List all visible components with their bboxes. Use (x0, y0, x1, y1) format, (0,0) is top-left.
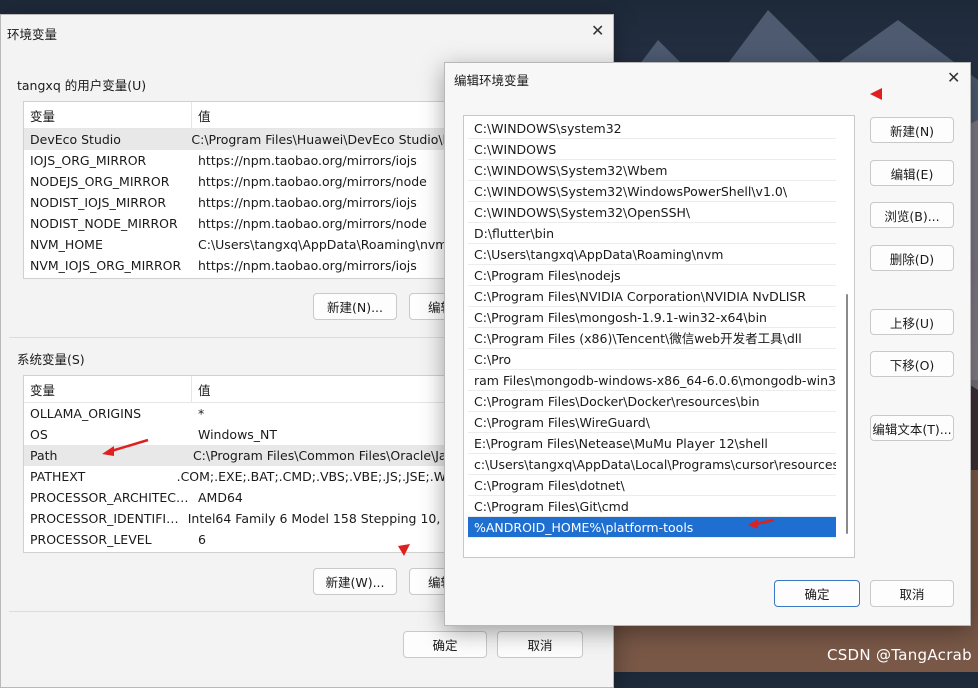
table-row[interactable]: IOJS_ORG_MIRROR https://npm.taobao.org/mi… (24, 150, 454, 171)
user-new-button[interactable]: 新建(N)... (313, 293, 397, 320)
list-item[interactable]: C:\Program Files\mongosh-1.9.1-win32-x64… (468, 307, 836, 328)
list-item[interactable]: C:\WINDOWS (468, 139, 836, 160)
list-item[interactable]: C:\WINDOWS\system32 (468, 118, 836, 139)
table-row[interactable]: PROCESSOR_ARCHITECT... AMD64 (24, 487, 454, 508)
list-item[interactable]: E:\Program Files\Netease\MuMu Player 12\… (468, 433, 836, 454)
table-row[interactable]: PATHEXT .COM;.EXE;.BAT;.CMD;.VBS;.VBE;.JS… (24, 466, 454, 487)
list-item[interactable]: C:\Program Files\WireGuard\ (468, 412, 836, 433)
ok-button[interactable]: 确定 (774, 580, 860, 607)
table-row[interactable]: NVM_IOJS_ORG_MIRROR https://npm.taobao.or… (24, 255, 454, 276)
table-row[interactable]: NVM_HOME C:\Users\tangxq\AppData\Roaming\… (24, 234, 454, 255)
table-row[interactable]: NODEJS_ORG_MIRROR https://npm.taobao.org/… (24, 171, 454, 192)
path-list[interactable]: C:\WINDOWS\system32 C:\WINDOWS C:\WINDOW… (463, 115, 855, 558)
system-variables-label: 系统变量(S) (17, 352, 85, 367)
table-row-path[interactable]: Path C:\Program Files\Common Files\Oracle… (24, 445, 454, 466)
user-variables-label: tangxq 的用户变量(U) (17, 78, 147, 93)
system-variables-table: 变量 值 OLLAMA_ORIGINS * OS Windows_NT Path C:… (23, 375, 455, 553)
table-row[interactable]: OLLAMA_ORIGINS * (24, 403, 454, 424)
edit-button[interactable]: 编辑(E) (870, 160, 954, 186)
list-item[interactable]: C:\Pro (468, 349, 836, 370)
cancel-button[interactable]: 取消 (870, 580, 954, 607)
list-item[interactable]: C:\WINDOWS\System32\Wbem (468, 160, 836, 181)
list-item[interactable]: C:\Program Files\Docker\Docker\resources… (468, 391, 836, 412)
table-row[interactable]: PROCESSOR_IDENTIFIER Intel64 Family 6 Mod… (24, 508, 454, 529)
list-item[interactable]: C:\Program Files\NVIDIA Corporation\NVID… (468, 286, 836, 307)
close-icon[interactable]: ✕ (591, 21, 604, 40)
list-item[interactable]: ram Files\mongodb-windows-x86_64-6.0.6\m… (468, 370, 836, 391)
column-header-value[interactable]: 值 (192, 106, 211, 125)
list-scrollbar[interactable] (846, 294, 848, 534)
annotation-arrow (748, 518, 775, 529)
annotation-arrow (870, 88, 882, 100)
table-row[interactable]: NODIST_IOJS_MIRROR https://npm.taobao.org… (24, 192, 454, 213)
list-item[interactable]: C:\Program Files\nodejs (468, 265, 836, 286)
system-new-button[interactable]: 新建(W)... (313, 568, 397, 595)
column-header-variable[interactable]: 变量 (24, 106, 55, 125)
user-variables-table: 变量 值 DevEco Studio C:\Program Files\Huawe… (23, 101, 455, 279)
annotation-arrow (398, 544, 410, 556)
dialog-title: 环境变量 (7, 27, 58, 42)
new-button[interactable]: 新建(N) (870, 117, 954, 143)
table-header: 变量 值 (24, 376, 454, 403)
column-header-value[interactable]: 值 (192, 380, 211, 399)
list-item[interactable]: C:\Program Files\Git\cmd (468, 496, 836, 517)
list-item[interactable]: C:\WINDOWS\System32\OpenSSH\ (468, 202, 836, 223)
list-item[interactable]: C:\WINDOWS\System32\WindowsPowerShell\v1… (468, 181, 836, 202)
table-row[interactable]: DevEco Studio C:\Program Files\Huawei\Dev… (24, 129, 454, 150)
annotation-arrow (102, 438, 149, 456)
table-row[interactable]: NODIST_NODE_MIRROR https://npm.taobao.org… (24, 213, 454, 234)
table-row[interactable]: OS Windows_NT (24, 424, 454, 445)
list-item[interactable]: C:\Program Files\dotnet\ (468, 475, 836, 496)
watermark: CSDN @TangAcrab (826, 646, 972, 664)
section-divider (9, 337, 445, 338)
list-item-selected[interactable]: %ANDROID_HOME%\platform-tools (468, 517, 836, 538)
list-item[interactable]: C:\Users\tangxq\AppData\Roaming\nvm (468, 244, 836, 265)
cancel-button[interactable]: 取消 (497, 631, 583, 658)
browse-button[interactable]: 浏览(B)... (870, 202, 954, 228)
table-row[interactable]: PROCESSOR_LEVEL 6 (24, 529, 454, 550)
list-item[interactable]: D:\flutter\bin (468, 223, 836, 244)
edit-text-button[interactable]: 编辑文本(T)... (870, 415, 954, 441)
list-item[interactable]: c:\Users\tangxq\AppData\Local\Programs\c… (468, 454, 836, 475)
dialog-title: 编辑环境变量 (454, 73, 530, 88)
delete-button[interactable]: 删除(D) (870, 245, 954, 271)
move-down-button[interactable]: 下移(O) (870, 351, 954, 377)
edit-environment-variable-dialog: 编辑环境变量 ✕ C:\WINDOWS\system32 C:\WINDOWS … (444, 62, 971, 626)
close-icon[interactable]: ✕ (947, 68, 960, 87)
ok-button[interactable]: 确定 (403, 631, 487, 658)
move-up-button[interactable]: 上移(U) (870, 309, 954, 335)
list-item[interactable]: C:\Program Files (x86)\Tencent\微信web开发者工… (468, 328, 836, 349)
table-header: 变量 值 (24, 102, 454, 129)
column-header-variable[interactable]: 变量 (24, 380, 55, 399)
